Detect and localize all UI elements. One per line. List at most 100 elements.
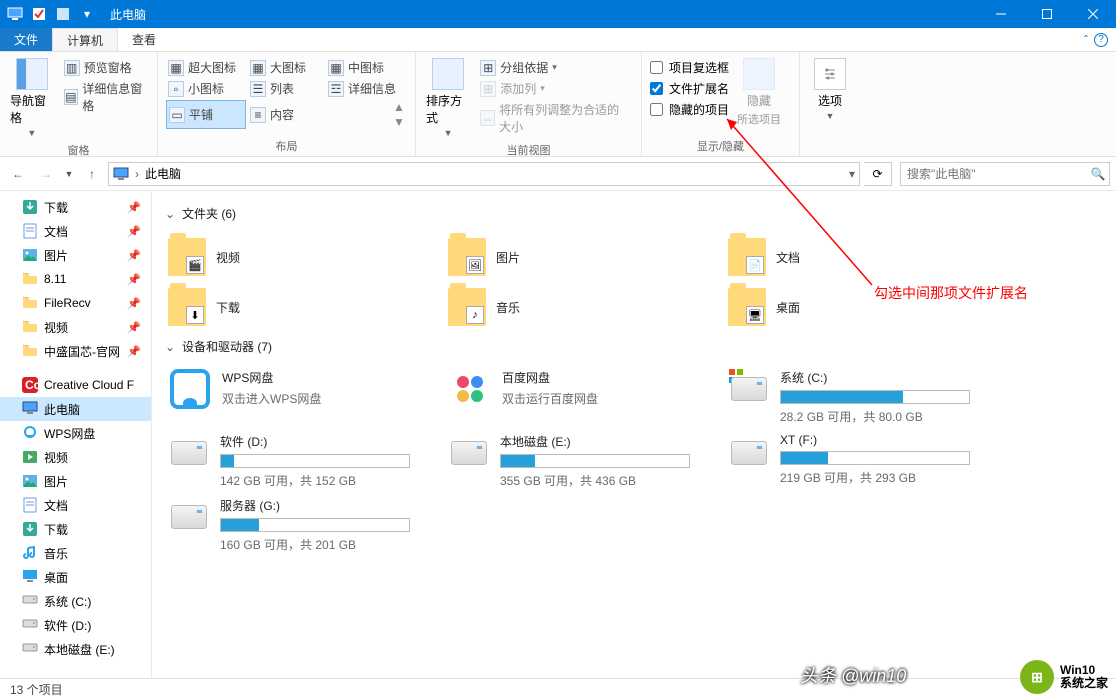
minimize-button[interactable] <box>978 0 1024 28</box>
view-xl-button[interactable]: ▦超大图标 <box>166 58 246 77</box>
nav-item[interactable]: 图片 <box>0 469 151 493</box>
search-box[interactable]: 🔍 <box>900 162 1110 186</box>
hide-selected-button: 隐藏 所选项目 <box>735 56 783 129</box>
drive-item[interactable]: 服务器 (G:)160 GB 可用，共 201 GB <box>164 493 414 557</box>
window-title: 此电脑 <box>110 6 146 23</box>
fit-columns-button: ↔将所有列调整为合适的大小 <box>478 100 633 136</box>
folder-item[interactable]: 🖼图片 <box>444 232 694 282</box>
nav-item[interactable]: 视频 <box>0 445 151 469</box>
nav-item[interactable]: 视频📌 <box>0 315 151 339</box>
storage-bar <box>220 454 410 468</box>
pin-icon: 📌 <box>127 273 141 286</box>
view-details-button[interactable]: ☲详细信息 <box>326 79 402 98</box>
watermark-toutiao: 头条 @win10 <box>800 662 906 688</box>
close-button[interactable] <box>1070 0 1116 28</box>
ribbon-collapse-button[interactable]: ˆ ? <box>1076 28 1116 51</box>
folder-item[interactable]: 📄文档 <box>724 232 974 282</box>
search-input[interactable] <box>901 167 1087 181</box>
search-icon[interactable]: 🔍 <box>1087 167 1109 181</box>
pc-icon <box>113 167 129 181</box>
back-button[interactable]: ← <box>6 162 30 186</box>
recent-dropdown[interactable]: ▼ <box>62 162 76 186</box>
nav-item[interactable]: 8.11📌 <box>0 267 151 291</box>
download-icon <box>22 521 38 537</box>
properties-icon[interactable] <box>28 3 50 25</box>
chevron-down-icon[interactable]: ▾ <box>76 3 98 25</box>
nav-item[interactable]: 桌面 <box>0 565 151 589</box>
folder-item[interactable]: ♪音乐 <box>444 282 694 332</box>
music-icon <box>22 545 38 561</box>
folder-item[interactable]: ⬇下载 <box>164 282 414 332</box>
navigation-pane[interactable]: 下载📌文档📌图片📌8.11📌FileRecv📌视频📌中盛国芯-官网📌CcCrea… <box>0 191 152 678</box>
view-md-button[interactable]: ▦中图标 <box>326 58 402 77</box>
folder-icon: 🖼 <box>448 238 486 276</box>
nav-item[interactable]: FileRecv📌 <box>0 291 151 315</box>
nav-item[interactable]: CcCreative Cloud F <box>0 373 151 397</box>
nav-item[interactable]: WPS网盘 <box>0 421 151 445</box>
refresh-button[interactable]: ⟳ <box>864 162 892 186</box>
nav-pane-button[interactable]: 导航窗格 ▼ <box>8 56 56 140</box>
doc-icon <box>22 497 38 513</box>
drive-item[interactable]: XT (F:)219 GB 可用，共 293 GB <box>724 429 974 493</box>
pic-icon <box>22 473 38 489</box>
up-button[interactable]: ↑ <box>80 162 104 186</box>
drive-item[interactable]: 系统 (C:)28.2 GB 可用，共 80.0 GB <box>724 365 974 429</box>
nav-item[interactable]: 系统 (C:) <box>0 589 151 613</box>
storage-bar <box>780 451 970 465</box>
drives-header[interactable]: ⌄设备和驱动器 (7) <box>164 332 1104 365</box>
options-button[interactable]: 选项 ▼ <box>808 56 852 123</box>
desktop-icon <box>22 569 38 585</box>
folder-icon <box>22 343 38 359</box>
nav-item[interactable]: 音乐 <box>0 541 151 565</box>
nav-item[interactable]: 中盛国芯-官网📌 <box>0 339 151 363</box>
hidden-items-toggle[interactable]: 隐藏的项目 <box>650 100 729 119</box>
view-lg-button[interactable]: ▦大图标 <box>248 58 324 77</box>
maximize-button[interactable] <box>1024 0 1070 28</box>
preview-pane-button[interactable]: ▥预览窗格 <box>62 58 149 77</box>
pin-icon: 📌 <box>127 297 141 310</box>
view-tile-button[interactable]: ▭平铺 <box>166 100 246 129</box>
drive-item[interactable]: 本地磁盘 (E:)355 GB 可用，共 436 GB <box>444 429 694 493</box>
sort-button[interactable]: 排序方式 ▼ <box>424 56 472 140</box>
pc-icon <box>4 3 26 25</box>
nav-item[interactable]: 下载 <box>0 517 151 541</box>
nav-item[interactable]: 文档 <box>0 493 151 517</box>
windows-icon: ⊞ <box>1020 660 1054 694</box>
tab-file[interactable]: 文件 <box>0 28 52 51</box>
view-content-button[interactable]: ≡内容 <box>248 100 324 129</box>
tab-view[interactable]: 查看 <box>118 28 170 51</box>
breadcrumb[interactable]: › 此电脑 ▾ <box>108 162 860 186</box>
folder-icon <box>22 319 38 335</box>
nav-item[interactable]: 本地磁盘 (E:) <box>0 637 151 661</box>
status-bar: 13 个项目 <box>0 678 1116 700</box>
view-list-button[interactable]: ☰列表 <box>248 79 324 98</box>
nav-item[interactable]: 此电脑 <box>0 397 151 421</box>
qat-more-icon[interactable] <box>52 3 74 25</box>
cloud-drive-item[interactable]: 百度网盘双击运行百度网盘 <box>444 365 694 429</box>
pin-icon: 📌 <box>127 345 141 358</box>
drive-icon <box>731 441 767 465</box>
nav-item[interactable]: 软件 (D:) <box>0 613 151 637</box>
nav-item[interactable]: 下载📌 <box>0 195 151 219</box>
group-by-button[interactable]: ⊞分组依据 ▾ <box>478 58 633 77</box>
cloud-drive-item[interactable]: WPS网盘双击进入WPS网盘 <box>164 365 414 429</box>
folder-item[interactable]: 🎬视频 <box>164 232 414 282</box>
ribbon-tabs: 文件 计算机 查看 ˆ ? <box>0 28 1116 52</box>
folder-icon <box>22 271 38 287</box>
drive-item[interactable]: 软件 (D:)142 GB 可用，共 152 GB <box>164 429 414 493</box>
drive-icon <box>731 377 767 401</box>
drive-icon <box>22 617 38 633</box>
view-sm-button[interactable]: ▫小图标 <box>166 79 246 98</box>
drive-icon <box>171 441 207 465</box>
nav-item[interactable]: 图片📌 <box>0 243 151 267</box>
pin-icon: 📌 <box>127 249 141 262</box>
tab-computer[interactable]: 计算机 <box>52 28 118 51</box>
nav-item[interactable]: 文档📌 <box>0 219 151 243</box>
folder-icon: ⬇ <box>168 288 206 326</box>
item-checkboxes-toggle[interactable]: 项目复选框 <box>650 58 729 77</box>
details-pane-button[interactable]: ▤详细信息窗格 <box>62 79 149 115</box>
folders-header[interactable]: ⌄文件夹 (6) <box>164 199 1104 232</box>
file-extensions-toggle[interactable]: 文件扩展名 <box>650 79 729 98</box>
drive-icon <box>22 593 38 609</box>
forward-button[interactable]: → <box>34 162 58 186</box>
